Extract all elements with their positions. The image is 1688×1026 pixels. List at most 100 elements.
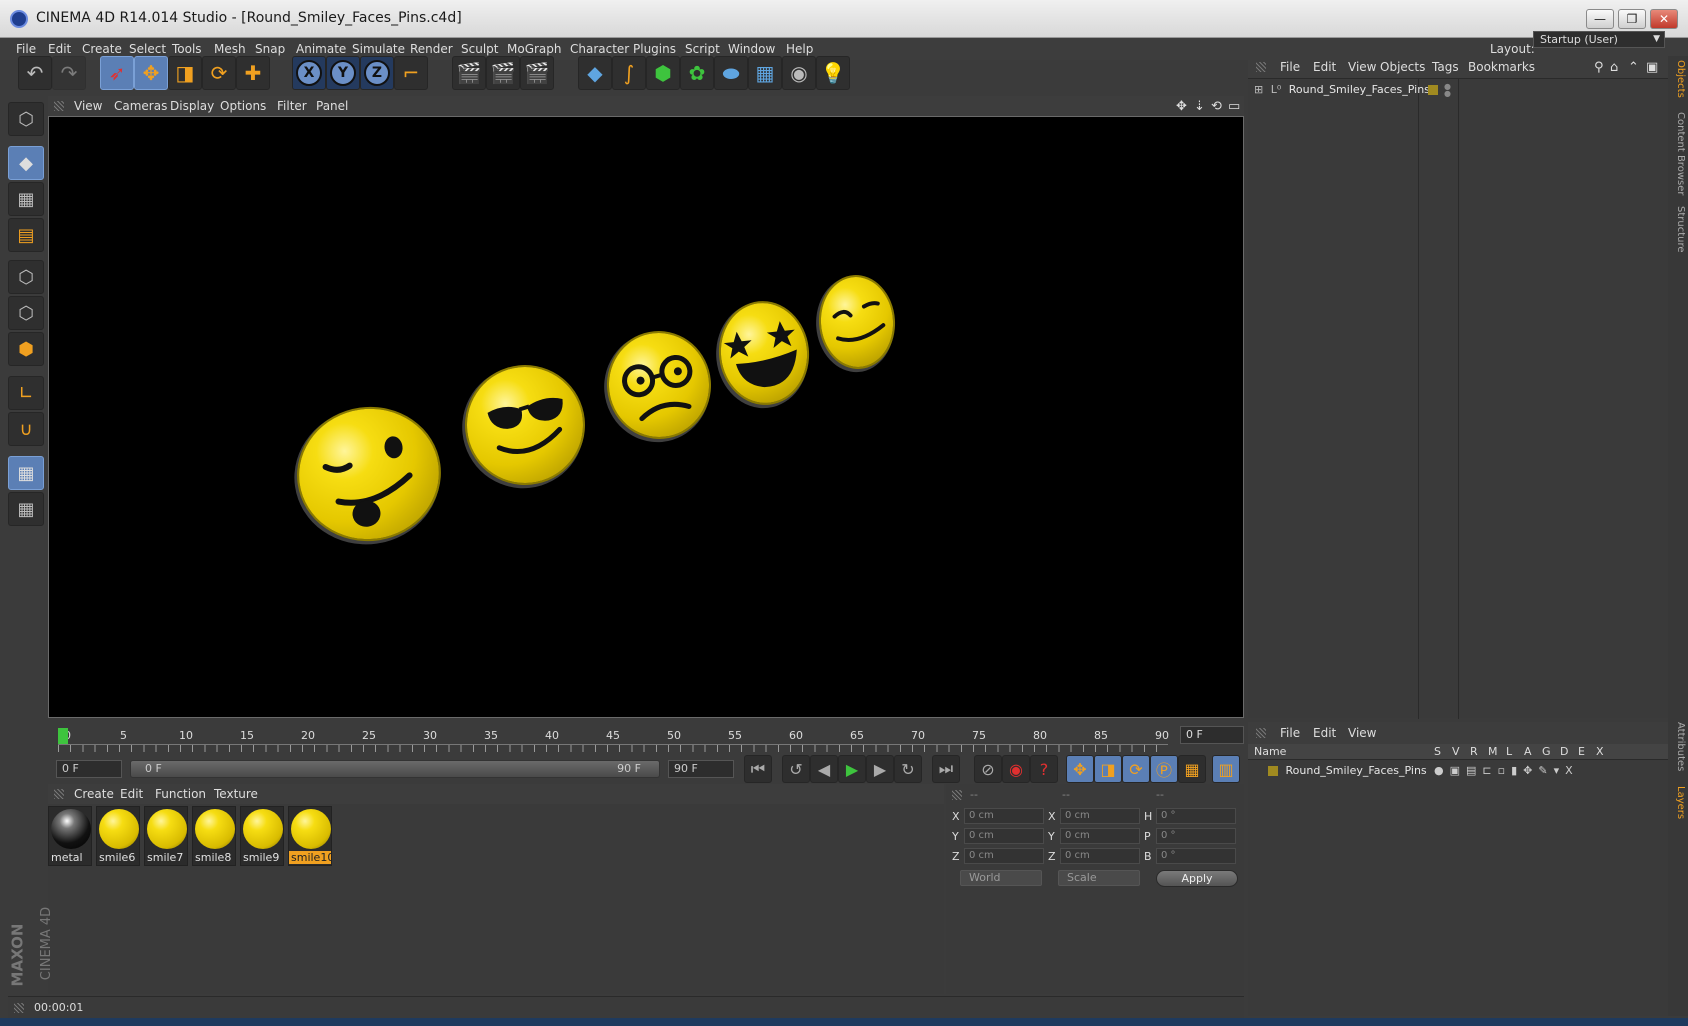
menu-snap[interactable]: Snap: [255, 42, 285, 56]
x-axis-lock-button[interactable]: X: [292, 56, 326, 90]
position-z-field[interactable]: 0 cm: [964, 848, 1044, 864]
menu-help[interactable]: Help: [786, 42, 813, 56]
object-menu-tags[interactable]: Tags: [1432, 60, 1459, 74]
rotate-tool-button[interactable]: ⟳: [202, 56, 236, 90]
home-icon[interactable]: ⌂: [1610, 60, 1618, 75]
record-scale-button[interactable]: ◨: [1094, 755, 1122, 783]
column-view[interactable]: V: [1452, 745, 1460, 758]
redo-button[interactable]: ↷: [52, 56, 86, 90]
layer-flags[interactable]: ●▣▤⊏▫▮✥✎▾X: [1434, 764, 1579, 777]
points-mode-button[interactable]: ⬡: [8, 260, 44, 294]
column-solo[interactable]: S: [1434, 745, 1441, 758]
material-menu-create[interactable]: Create: [74, 787, 114, 801]
toggle-view-icon[interactable]: ▭: [1228, 99, 1240, 114]
layer-color-swatch[interactable]: [1268, 766, 1278, 776]
record-position-button[interactable]: ✥: [1066, 755, 1094, 783]
column-manager[interactable]: M: [1488, 745, 1498, 758]
column-generators[interactable]: G: [1542, 745, 1551, 758]
record-point-level-button[interactable]: ▦: [1178, 755, 1206, 783]
scale-tool-button[interactable]: ◨: [168, 56, 202, 90]
viewport-menu-filter[interactable]: Filter: [277, 99, 307, 113]
lock-icon[interactable]: ▫: [1498, 764, 1511, 777]
render-view-button[interactable]: 🎬: [452, 56, 486, 90]
menu-mesh[interactable]: Mesh: [214, 42, 246, 56]
generator-icon[interactable]: ✥: [1523, 764, 1538, 777]
tab-objects[interactable]: Objects: [1670, 60, 1686, 98]
timeline-window-button[interactable]: ▥: [1212, 755, 1240, 783]
grip-handle-icon[interactable]: [54, 789, 64, 799]
column-animation[interactable]: A: [1524, 745, 1532, 758]
go-to-start-button[interactable]: ⏮: [744, 755, 772, 783]
render-picture-viewer-button[interactable]: 🎬: [486, 56, 520, 90]
y-axis-lock-button[interactable]: Y: [326, 56, 360, 90]
zoom-view-icon[interactable]: ⇣: [1194, 99, 1205, 114]
animation-icon[interactable]: ▮: [1511, 764, 1523, 777]
viewport-menu-view[interactable]: View: [74, 99, 102, 113]
floor-button[interactable]: ▦: [748, 56, 782, 90]
snapping-button[interactable]: ∪: [8, 412, 44, 446]
current-frame-field[interactable]: 0 F: [1180, 726, 1244, 744]
expand-icon[interactable]: ⊞: [1254, 83, 1263, 96]
column-expressions[interactable]: E: [1578, 745, 1585, 758]
menu-create[interactable]: Create: [82, 42, 122, 56]
record-rotation-button[interactable]: ⟳: [1122, 755, 1150, 783]
menu-animate[interactable]: Animate: [296, 42, 346, 56]
render-icon[interactable]: ▤: [1466, 764, 1482, 777]
object-menu-edit[interactable]: Edit: [1313, 60, 1336, 74]
cube-object-button[interactable]: ◆: [578, 56, 612, 90]
3d-viewport[interactable]: [48, 116, 1244, 718]
column-name[interactable]: Name: [1254, 745, 1286, 758]
search-icon[interactable]: ⚲: [1594, 60, 1604, 75]
material-menu-texture[interactable]: Texture: [214, 787, 258, 801]
new-view-icon[interactable]: ▣: [1646, 60, 1658, 75]
play-button[interactable]: ▶: [838, 755, 866, 783]
menu-render[interactable]: Render: [410, 42, 453, 56]
live-selection-button[interactable]: ➶: [100, 56, 134, 90]
make-editable-button[interactable]: ⬡: [8, 102, 44, 136]
object-menu-file[interactable]: File: [1280, 60, 1300, 74]
layer-row[interactable]: Round_Smiley_Faces_Pins: [1254, 764, 1427, 777]
visibility-dots-icon[interactable]: ● ●: [1444, 83, 1451, 98]
tab-attributes[interactable]: Attributes: [1670, 722, 1686, 771]
coordinate-system-button[interactable]: ⌐: [394, 56, 428, 90]
record-keys-button[interactable]: ⊘: [974, 755, 1002, 783]
menu-edit[interactable]: Edit: [48, 42, 71, 56]
rotation-p-field[interactable]: 0 °: [1156, 828, 1236, 844]
previous-key-button[interactable]: ↺: [782, 755, 810, 783]
material-swatch-metal[interactable]: metal: [48, 806, 92, 866]
tab-content-browser[interactable]: Content Browser: [1670, 112, 1686, 195]
autokeying-button[interactable]: ◉: [1002, 755, 1030, 783]
grip-handle-icon[interactable]: [1256, 62, 1266, 72]
rotation-h-field[interactable]: 0 °: [1156, 808, 1236, 824]
xref-icon[interactable]: X: [1565, 764, 1579, 777]
render-settings-button[interactable]: 🎬: [520, 56, 554, 90]
edges-mode-button[interactable]: ⬡: [8, 296, 44, 330]
object-menu-objects[interactable]: Objects: [1380, 60, 1425, 74]
layer-color-swatch[interactable]: [1428, 85, 1438, 95]
light-button[interactable]: 💡: [816, 56, 850, 90]
camera-button[interactable]: ◉: [782, 56, 816, 90]
close-button[interactable]: ✕: [1650, 9, 1678, 29]
max-frame-field[interactable]: 90 F: [668, 760, 734, 778]
polygons-mode-button[interactable]: ⬢: [8, 332, 44, 366]
material-swatch-smile9[interactable]: smile9: [240, 806, 284, 866]
coordinate-space-dropdown[interactable]: World: [960, 870, 1042, 886]
column-deformers[interactable]: D: [1560, 745, 1568, 758]
soft-selection-button[interactable]: ▦: [8, 492, 44, 526]
size-z-field[interactable]: 0 cm: [1060, 848, 1140, 864]
material-swatch-smile7[interactable]: smile7: [144, 806, 188, 866]
tab-structure[interactable]: Structure: [1670, 206, 1686, 253]
material-swatch-smile10[interactable]: smile10: [288, 806, 332, 866]
recent-tool-button[interactable]: ✚: [236, 56, 270, 90]
timeline[interactable]: 0 5 10 15 20 25 30 35 40 45 50 55 60 65 …: [48, 720, 1244, 752]
size-x-field[interactable]: 0 cm: [1060, 808, 1140, 824]
preview-range-slider[interactable]: 0 F 90 F: [130, 760, 660, 778]
layer-menu-file[interactable]: File: [1280, 726, 1300, 740]
previous-frame-button[interactable]: ◀: [810, 755, 838, 783]
column-render[interactable]: R: [1470, 745, 1478, 758]
subdivision-surface-button[interactable]: ⬢: [646, 56, 680, 90]
viewport-menu-options[interactable]: Options: [220, 99, 266, 113]
texture-mode-button[interactable]: ▦: [8, 182, 44, 216]
move-tool-button[interactable]: ✥: [134, 56, 168, 90]
object-row[interactable]: ⊞ L⁰ Round_Smiley_Faces_Pins: [1254, 83, 1430, 96]
